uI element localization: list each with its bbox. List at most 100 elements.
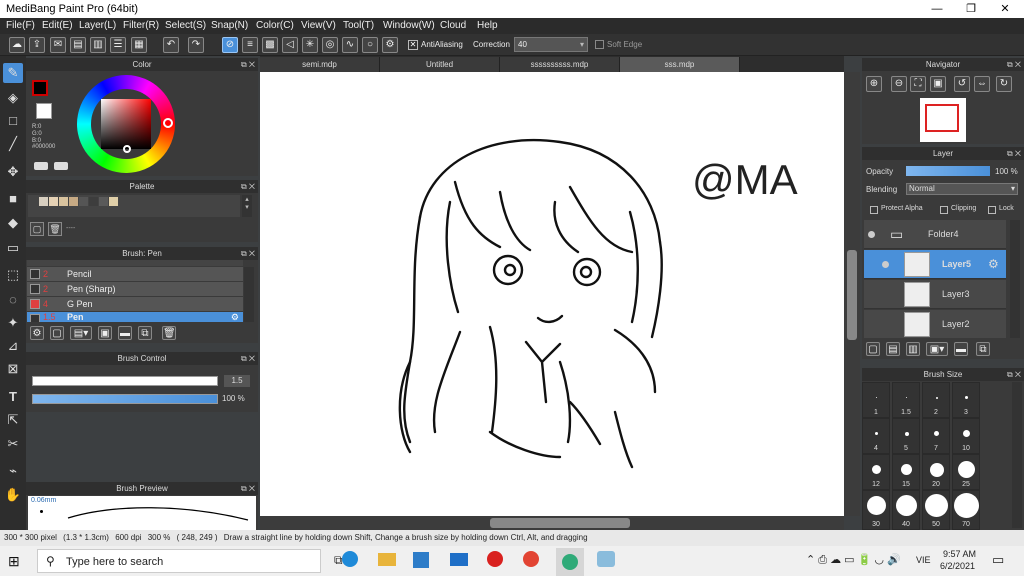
cross-snap-icon[interactable]: ▩ (262, 37, 278, 53)
brush-settings-icon[interactable]: ⚙ (30, 326, 44, 340)
add-palette-icon[interactable]: ▢ (30, 222, 44, 236)
tab-sss[interactable]: sss.mdp (620, 57, 740, 72)
notification-icon[interactable]: ▭ (992, 552, 1004, 568)
bucket-tool-icon[interactable]: ◆ (3, 213, 23, 233)
brush-size-cell[interactable]: 25 (952, 454, 980, 490)
eye-icon[interactable] (868, 231, 875, 238)
hue-wheel[interactable] (77, 75, 175, 173)
ring-snap-icon[interactable]: ○ (362, 37, 378, 53)
new-layer-icon[interactable]: ▢ (866, 342, 880, 356)
palette-swatch[interactable] (69, 197, 78, 206)
palette-swatch[interactable] (79, 197, 88, 206)
brush-size-cell[interactable]: 5 (892, 418, 920, 454)
zoom-in-icon[interactable]: ⊕ (866, 76, 882, 92)
cloud-icon[interactable]: ☁ (9, 37, 25, 53)
new-folder-icon[interactable]: ▬ (954, 342, 968, 356)
vertical-scroll-thumb[interactable] (847, 250, 857, 340)
delete-brush-icon[interactable]: 🗑 (162, 326, 176, 340)
menu-edit[interactable]: Edit(E) (42, 20, 73, 31)
brush-tool-icon[interactable]: ✎ (3, 63, 23, 83)
parallel-snap-icon[interactable]: ≡ (242, 37, 258, 53)
select-eraser-tool-icon[interactable]: ⊠ (3, 359, 23, 379)
close-button[interactable]: ✕ (988, 0, 1022, 18)
menu-select[interactable]: Select(S) (165, 20, 206, 31)
mail-icon[interactable] (450, 553, 468, 566)
operation-tool-icon[interactable]: ⇱ (3, 410, 23, 430)
brush-size-cell[interactable]: 20 (922, 454, 950, 490)
drawing-canvas[interactable]: @MA (260, 72, 844, 516)
windows-start-icon[interactable]: ⊞ (8, 553, 20, 570)
language-indicator[interactable]: VIE (916, 555, 931, 565)
magic-wand-tool-icon[interactable]: ✦ (3, 313, 23, 333)
layer-row[interactable]: Layer2 (864, 310, 1006, 338)
saturation-square[interactable] (101, 99, 151, 149)
correction-select[interactable]: 40 ▾ (514, 37, 588, 52)
brush-size-cell[interactable]: 10 (952, 418, 980, 454)
menu-filter[interactable]: Filter(R) (123, 20, 159, 31)
clock-date[interactable]: 6/2/2021 (940, 561, 975, 571)
circle-snap-icon[interactable]: ◎ (322, 37, 338, 53)
vanish-snap-icon[interactable]: ◁ (282, 37, 298, 53)
brush-opacity-value[interactable]: 100 % (222, 394, 245, 403)
palette-swatch[interactable] (29, 197, 38, 206)
new-halftone-layer-icon[interactable]: ▤ (886, 342, 900, 356)
curve-snap-icon[interactable]: ∿ (342, 37, 358, 53)
grid-icon[interactable]: ▦ (131, 37, 147, 53)
panel-close-icon[interactable]: ⧉ ✕ (1007, 368, 1021, 381)
blending-select[interactable]: Normal ▾ (906, 183, 1018, 195)
snap-off-icon[interactable]: ⊘ (222, 37, 238, 53)
color-mode-button[interactable] (34, 162, 48, 170)
edge-browser-icon[interactable] (342, 551, 358, 567)
medibang-taskbar-button[interactable] (556, 548, 584, 576)
layer-opacity-value[interactable]: 100 % (995, 167, 1018, 176)
palette-swatch[interactable] (99, 197, 108, 206)
lock-checkbox[interactable] (988, 206, 996, 214)
hue-cursor[interactable] (163, 118, 173, 128)
brush-size-cell[interactable]: 1.5 (892, 382, 920, 418)
move-tool-icon[interactable]: ✥ (3, 162, 23, 182)
add-layer-menu-icon[interactable]: ▣▾ (926, 342, 948, 356)
gradient-tool-icon[interactable]: ▭ (3, 238, 23, 258)
brush-size-cell[interactable]: 50 (922, 490, 950, 530)
menu-color[interactable]: Color(C) (256, 20, 294, 31)
eraser-tool-icon[interactable]: ◈ (3, 88, 23, 108)
redo-icon[interactable]: ↷ (188, 37, 204, 53)
palette-scrollbar[interactable]: ▴ ▾ (242, 195, 252, 217)
brush-size-cell[interactable]: 30 (862, 490, 890, 530)
store-icon[interactable] (413, 552, 429, 568)
layer-opacity-slider[interactable] (906, 166, 990, 176)
panel-close-icon[interactable]: ⧉ ✕ (241, 352, 255, 365)
color-add-button[interactable] (54, 162, 68, 170)
tab-semi[interactable]: semi.mdp (260, 57, 380, 72)
gear-icon[interactable]: ⚙ (231, 312, 239, 322)
canvas-vertical-scrollbar[interactable] (844, 72, 860, 516)
select-tool-icon[interactable]: ⬚ (3, 265, 23, 285)
new-brush-icon[interactable]: ▢ (50, 326, 64, 340)
fill-rect-tool-icon[interactable]: ■ (3, 189, 23, 209)
upload-icon[interactable]: ⇪ (29, 37, 45, 53)
delete-palette-icon[interactable]: 🗑 (48, 222, 62, 236)
main-color-swatch[interactable] (32, 80, 48, 96)
brush-size-cell[interactable]: 3 (952, 382, 980, 418)
brush-size-slider[interactable] (32, 376, 218, 386)
layers-icon[interactable]: ☰ (110, 37, 126, 53)
panel-close-icon[interactable]: ⧉ ✕ (241, 482, 255, 495)
text-tool-icon[interactable]: T (3, 387, 23, 407)
dot-tool-icon[interactable]: □ (3, 111, 23, 131)
panel-close-icon[interactable]: ⧉ ✕ (1007, 58, 1021, 71)
brush-size-cell[interactable]: 1 (862, 382, 890, 418)
duplicate-layer-icon[interactable]: ⧉ (976, 342, 990, 356)
menu-snap[interactable]: Snap(N) (211, 20, 248, 31)
clipping-checkbox[interactable] (940, 206, 948, 214)
opera-icon[interactable] (487, 551, 503, 567)
tray-icons[interactable]: ⌃ ⎙ ☁ ▭ 🔋 ◡ 🔊 (806, 553, 901, 567)
menu-layer[interactable]: Layer(L) (79, 20, 116, 31)
menu-file[interactable]: File(F) (6, 20, 35, 31)
brush-item[interactable]: 2 Pen (Sharp) (27, 282, 243, 296)
protect-alpha-checkbox[interactable] (870, 206, 878, 214)
brush-size-cell[interactable]: 15 (892, 454, 920, 490)
radial-snap-icon[interactable]: ✳ (302, 37, 318, 53)
save-icon[interactable]: ▥ (90, 37, 106, 53)
menu-tool[interactable]: Tool(T) (343, 20, 374, 31)
select-pen-tool-icon[interactable]: ⊿ (3, 336, 23, 356)
